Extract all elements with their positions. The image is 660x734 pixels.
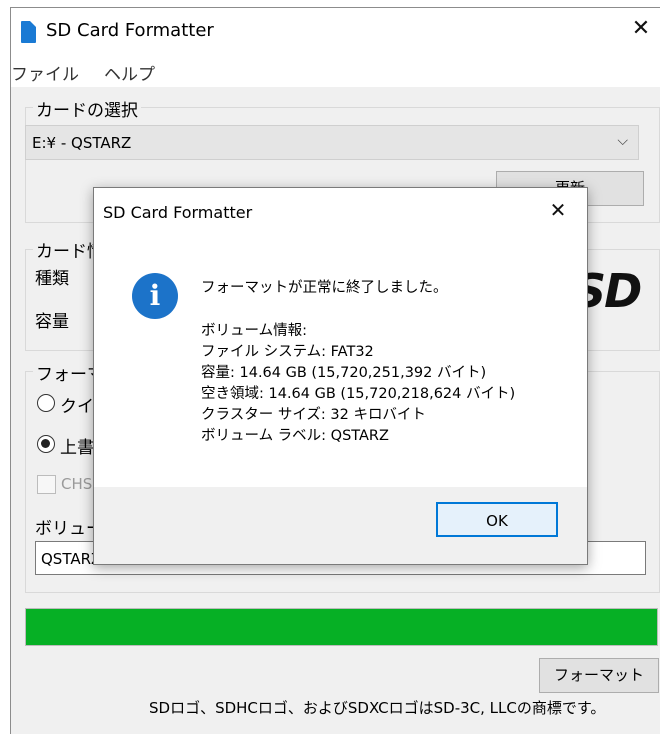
dialog-message: フォーマットが正常に終了しました。 — [201, 280, 448, 296]
dialog-line: ボリューム情報: — [201, 323, 307, 339]
drive-select-value: E:¥ - QSTARZ — [32, 134, 132, 152]
format-button[interactable]: フォーマット — [539, 658, 659, 693]
title-bar: SD Card Formatter ✕ — [11, 8, 660, 51]
dialog-line: 空き領域: 14.64 GB (15,720,218,624 バイト) — [201, 386, 516, 402]
dialog-close-icon[interactable]: ✕ — [544, 198, 572, 222]
chs-checkbox[interactable] — [37, 475, 56, 494]
drive-select[interactable]: E:¥ - QSTARZ ⌵ — [25, 125, 639, 160]
dialog-line: クラスター サイズ: 32 キロバイト — [201, 407, 426, 423]
menu-file[interactable]: ファイル — [11, 60, 79, 85]
quick-format-radio[interactable] — [37, 394, 55, 412]
menu-bar: ファイル ヘルプ — [11, 51, 660, 87]
menu-help[interactable]: ヘルプ — [104, 60, 155, 85]
dialog-line: ボリューム ラベル: QSTARZ — [201, 428, 389, 444]
dialog-line: 容量: 14.64 GB (15,720,251,392 バイト) — [201, 365, 487, 381]
progress-bar — [25, 608, 658, 646]
overwrite-format-radio[interactable] — [37, 435, 55, 453]
card-type-label: 種類 — [35, 269, 69, 289]
close-icon[interactable]: ✕ — [626, 16, 656, 42]
chevron-down-icon: ⌵ — [617, 133, 628, 149]
progress-fill — [26, 609, 657, 645]
dialog-title: SD Card Formatter — [103, 203, 253, 222]
chs-label: CHS — [61, 475, 93, 493]
format-complete-dialog: SD Card Formatter ✕ i フォーマットが正常に終了しました。 … — [93, 187, 588, 565]
ok-button[interactable]: OK — [436, 502, 558, 537]
dialog-button-area: OK — [94, 487, 587, 564]
trademark-notice: SDロゴ、SDHCロゴ、およびSDXCロゴはSD-3C, LLCの商標です。 — [149, 699, 606, 717]
card-select-group-label: カードの選択 — [33, 96, 141, 121]
dialog-line: ファイル システム: FAT32 — [201, 344, 374, 360]
sd-card-icon — [21, 21, 36, 43]
window-title: SD Card Formatter — [46, 20, 214, 41]
info-icon: i — [132, 273, 178, 319]
card-capacity-label: 容量 — [35, 312, 69, 332]
